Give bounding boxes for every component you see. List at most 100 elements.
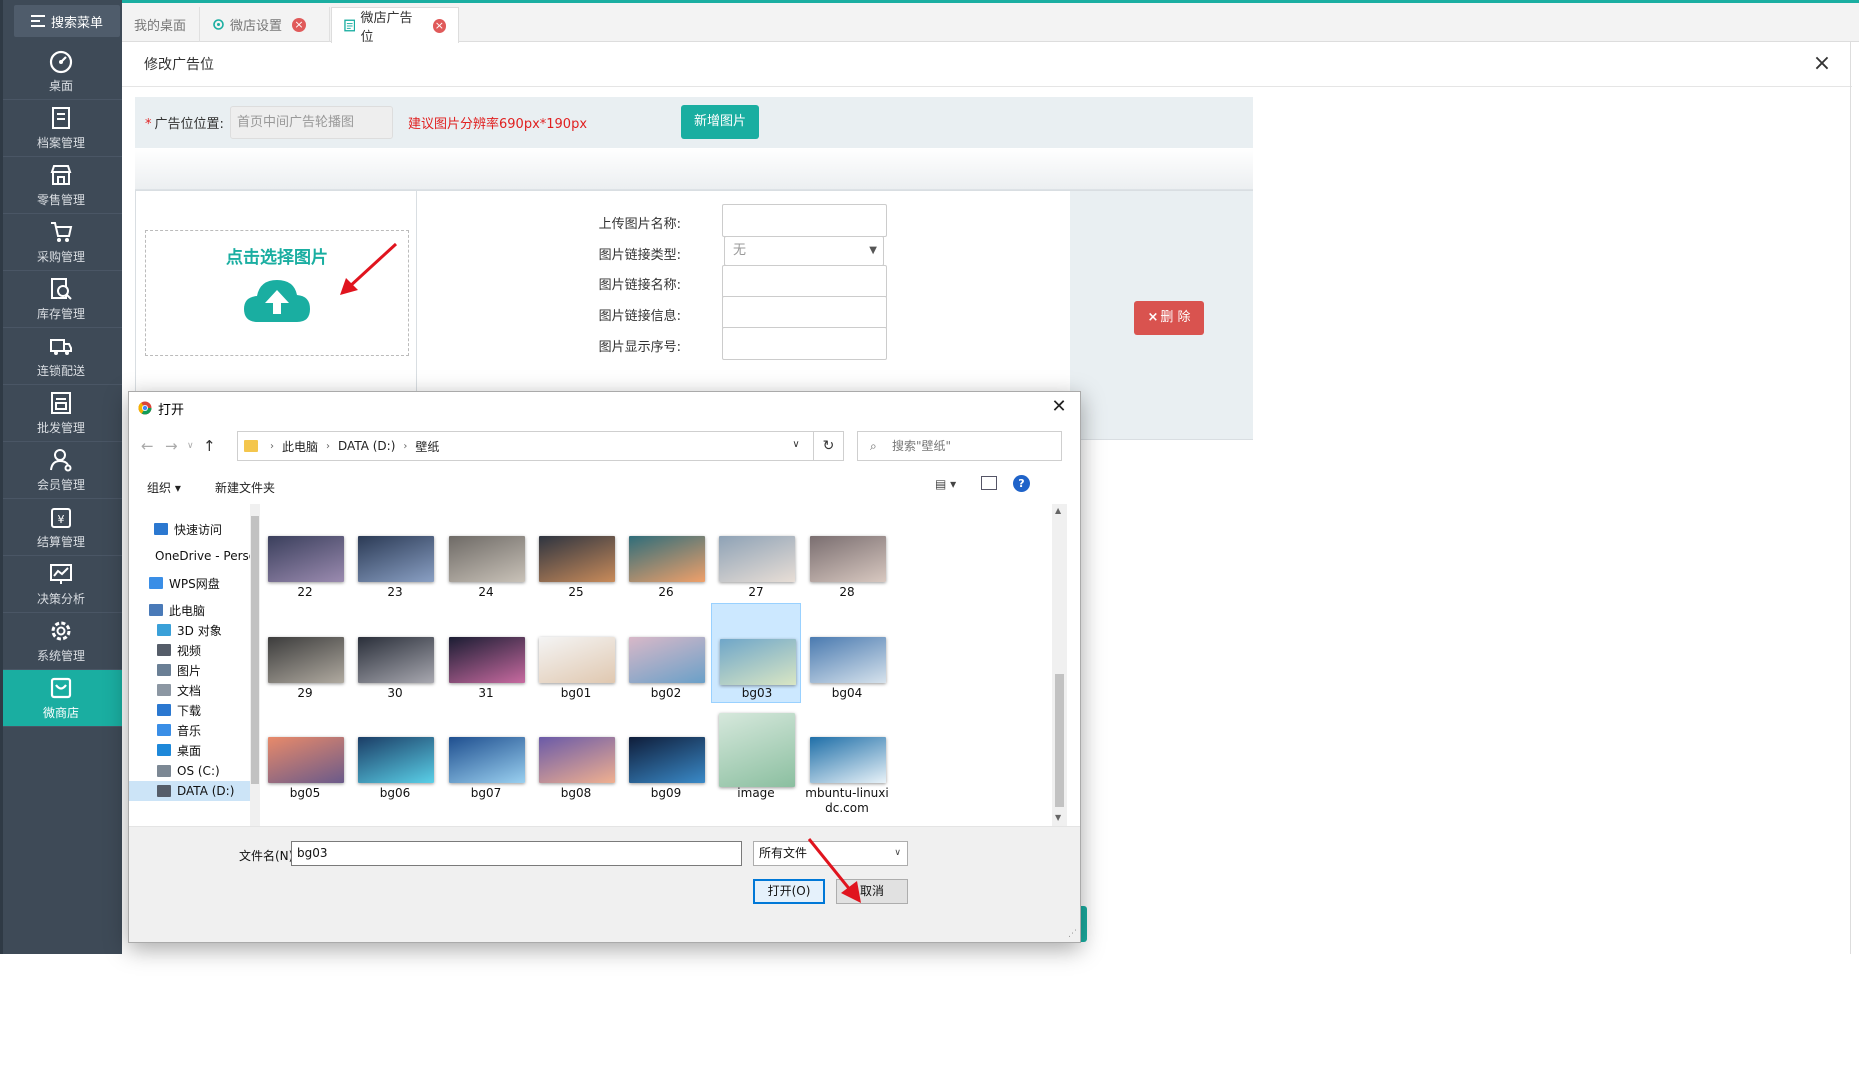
- tree-item[interactable]: DATA (D:): [129, 781, 250, 801]
- tree-item[interactable]: 音乐: [129, 720, 250, 740]
- sidebar-item-5[interactable]: 连锁配送: [0, 328, 122, 385]
- address-bar[interactable]: › 此电脑 › DATA (D:) › 壁纸: [237, 431, 814, 461]
- view-options-icon[interactable]: ▤ ▾: [935, 477, 956, 491]
- file-item[interactable]: 26: [621, 512, 711, 610]
- tab-close-icon[interactable]: ×: [432, 18, 446, 33]
- tab-my-desktop[interactable]: 我的桌面: [122, 7, 200, 42]
- filename-input[interactable]: bg03: [291, 841, 742, 866]
- link-type-select[interactable]: 无 ▼: [724, 236, 884, 266]
- file-item[interactable]: 31: [441, 613, 531, 711]
- link-info-input[interactable]: [722, 296, 887, 329]
- forward-arrow-icon[interactable]: →: [165, 437, 178, 455]
- delete-button[interactable]: × 删 除: [1134, 301, 1204, 335]
- tree-item[interactable]: 3D 对象: [129, 620, 250, 640]
- panel-close-icon[interactable]: ×: [1810, 52, 1834, 76]
- tree-item[interactable]: 桌面: [129, 740, 250, 760]
- tree-scroll-thumb[interactable]: [251, 516, 259, 784]
- display-order-input[interactable]: [722, 327, 887, 360]
- file-item[interactable]: 25: [531, 512, 621, 610]
- menu-search-button[interactable]: 搜索菜单: [14, 5, 120, 37]
- recent-locations-icon[interactable]: ∨: [187, 441, 194, 451]
- sidebar-item-2[interactable]: 零售管理: [0, 157, 122, 214]
- up-arrow-icon[interactable]: ↑: [203, 437, 216, 455]
- sidebar-item-7[interactable]: 会员管理: [0, 442, 122, 499]
- file-item[interactable]: bg01: [531, 613, 621, 711]
- tree-scrollbar[interactable]: [250, 504, 260, 826]
- file-name: bg09: [650, 786, 682, 800]
- file-item[interactable]: 29: [260, 613, 350, 711]
- sidebar-item-10[interactable]: 系统管理: [0, 613, 122, 670]
- refresh-icon[interactable]: ↻: [814, 431, 844, 461]
- ad-position-label-text: 广告位位置:: [154, 117, 224, 132]
- scroll-down-icon[interactable]: ▼: [1055, 813, 1061, 822]
- new-folder-button[interactable]: 新建文件夹: [215, 479, 275, 496]
- breadcrumb-wallpaper[interactable]: 壁纸: [415, 438, 439, 455]
- sidebar-item-0[interactable]: 桌面: [0, 43, 122, 100]
- sidebar-item-label: 采购管理: [36, 250, 85, 264]
- sidebar-item-1[interactable]: 档案管理: [0, 100, 122, 157]
- tree-item[interactable]: 快速访问: [129, 519, 250, 539]
- tab-shop-ads[interactable]: 微店广告位 ×: [331, 7, 459, 45]
- sidebar-item-3[interactable]: 采购管理: [0, 214, 122, 271]
- sidebar-item-4[interactable]: 库存管理: [0, 271, 122, 328]
- link-name-input[interactable]: [722, 265, 887, 298]
- sidebar-item-11[interactable]: 微商店: [0, 670, 122, 727]
- preview-pane-icon[interactable]: [981, 476, 997, 490]
- file-item[interactable]: image: [711, 713, 801, 811]
- tree-item[interactable]: 此电脑: [129, 600, 250, 620]
- tree-item[interactable]: OneDrive - Perso: [129, 546, 256, 566]
- tree-item-label: OneDrive - Perso: [155, 549, 257, 563]
- tree-item[interactable]: 文档: [129, 680, 250, 700]
- file-item[interactable]: mbuntu-linuxidc.com: [802, 713, 892, 815]
- file-item[interactable]: 30: [350, 613, 440, 711]
- dialog-close-icon[interactable]: ✕: [1048, 396, 1070, 418]
- file-grid: 22 23 24 25 26 27 28 29 30 31 bg01 bg02 bg03 bg04 bg05…: [260, 504, 1052, 826]
- file-item[interactable]: bg03: [711, 603, 801, 703]
- file-item[interactable]: bg05: [260, 713, 350, 811]
- tab-close-icon[interactable]: ×: [292, 17, 307, 32]
- address-dropdown-icon[interactable]: ∨: [781, 431, 811, 461]
- breadcrumb-separator-icon: ›: [326, 440, 331, 452]
- tree-item[interactable]: 下载: [129, 700, 250, 720]
- tab-shop-settings[interactable]: 微店设置 ×: [200, 7, 330, 42]
- tree-item[interactable]: WPS网盘: [129, 573, 250, 593]
- scroll-up-icon[interactable]: ▲: [1055, 506, 1061, 515]
- file-item[interactable]: bg07: [441, 713, 531, 811]
- file-item[interactable]: 23: [350, 512, 440, 610]
- file-item[interactable]: 24: [441, 512, 531, 610]
- tree-item[interactable]: OS (C:): [129, 761, 250, 781]
- file-item[interactable]: bg08: [531, 713, 621, 811]
- help-icon[interactable]: ?: [1013, 475, 1030, 492]
- file-thumbnail: [720, 639, 796, 685]
- size-hint: 建议图片分辨率690px*190px: [408, 117, 588, 132]
- search-icon: ⌕: [870, 439, 877, 453]
- file-thumbnail: [810, 637, 886, 683]
- sidebar-item-9[interactable]: 决策分析: [0, 556, 122, 613]
- image-name-input[interactable]: [722, 204, 887, 237]
- search-input[interactable]: ⌕ 搜索"壁纸": [857, 431, 1062, 461]
- file-grid-scrollbar[interactable]: ▲ ▼: [1052, 504, 1067, 826]
- file-item[interactable]: bg06: [350, 713, 440, 811]
- breadcrumb-data-drive[interactable]: DATA (D:): [338, 439, 395, 453]
- tree-item[interactable]: 图片: [129, 660, 250, 680]
- truck-icon: [50, 339, 72, 355]
- back-arrow-icon[interactable]: ←: [141, 437, 154, 455]
- sidebar-item-8[interactable]: ¥ 结算管理: [0, 499, 122, 556]
- file-name: bg04: [831, 686, 863, 700]
- wholesale-icon: [51, 392, 71, 414]
- tab-label: 我的桌面: [134, 19, 187, 34]
- breadcrumb-this-pc[interactable]: 此电脑: [282, 438, 318, 455]
- sidebar-item-6[interactable]: 批发管理: [0, 385, 122, 442]
- file-item[interactable]: 22: [260, 512, 350, 610]
- file-grid-scroll-thumb[interactable]: [1055, 674, 1064, 807]
- tab-label: 微店广告位: [360, 10, 413, 45]
- organize-menu[interactable]: 组织 ▾: [147, 479, 181, 496]
- file-item[interactable]: bg02: [621, 613, 711, 711]
- add-image-button[interactable]: 新增图片: [681, 105, 759, 139]
- resize-grip-icon[interactable]: ⋰: [1068, 929, 1077, 939]
- file-item[interactable]: 27: [711, 512, 801, 610]
- file-item[interactable]: bg04: [802, 613, 892, 711]
- file-item[interactable]: bg09: [621, 713, 711, 811]
- tree-item[interactable]: 视频: [129, 640, 250, 660]
- file-item[interactable]: 28: [802, 512, 892, 610]
